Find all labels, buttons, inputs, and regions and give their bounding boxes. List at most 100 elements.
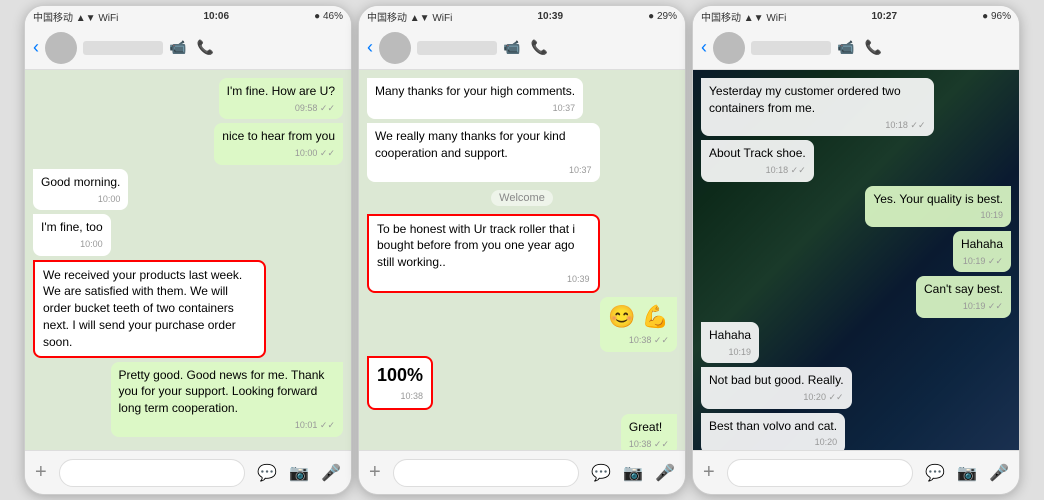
avatar [713,32,745,64]
message-text: Yes. Your quality is best. [873,191,1003,208]
microphone-icon[interactable]: 🎤 [989,463,1009,483]
header-action-icons: 📹 📞 [169,39,214,56]
message-input[interactable] [393,459,580,487]
message-bubble: 😊 💪10:38 ✓✓ [600,297,677,352]
add-button[interactable]: + [369,461,381,484]
message-input[interactable] [727,459,914,487]
time-label: 10:39 [537,11,563,22]
message-row: I'm fine. How are U?09:58 ✓✓ [33,78,343,119]
chat-messages-area: I'm fine. How are U?09:58 ✓✓nice to hear… [25,70,351,450]
video-call-icon[interactable]: 📹 [837,39,854,56]
bottom-input-bar: + 💬 📷 🎤 [359,450,685,494]
message-text: To be honest with Ur track roller that i… [377,221,590,271]
chat-icon[interactable]: 💬 [591,463,611,483]
message-row: 100% 10:38 [367,356,677,410]
message-bubble: Yes. Your quality is best.10:19 [865,186,1011,227]
contact-name [417,41,497,55]
time-label: 10:06 [203,11,229,22]
add-button[interactable]: + [703,461,715,484]
contact-name [751,41,831,55]
chat-header: ‹ 📹 📞 [359,26,685,70]
microphone-icon[interactable]: 🎤 [321,463,341,483]
avatar [379,32,411,64]
message-text: Great! [629,419,669,436]
bottom-input-bar: + 💬 📷 🎤 [25,450,351,494]
message-row: Hahaha10:19 ✓✓ [701,231,1011,272]
add-button[interactable]: + [35,461,47,484]
time-label: 10:27 [871,11,897,22]
message-time: 10:18 ✓✓ [709,119,926,132]
message-time: 09:58 ✓✓ [227,102,335,115]
message-bubble: Yesterday my customer ordered two contai… [701,78,934,136]
message-row: Yes. Your quality is best.10:19 [701,186,1011,227]
message-bubble: I'm fine, too 10:00 [33,214,111,255]
message-bubble: Hahaha10:19 [701,322,759,363]
message-bubble: Pretty good. Good news for me. Thank you… [111,362,344,437]
message-time: 10:39 [377,273,590,286]
message-row: Yesterday my customer ordered two contai… [701,78,1011,136]
carrier-label: 中国移动 ▲▼ WiFi [367,9,452,24]
chat-messages-area: Many thanks for your high comments.10:37… [359,70,685,450]
message-time: 10:19 [709,346,751,359]
message-bubble: Hahaha10:19 ✓✓ [953,231,1011,272]
message-bubble: Many thanks for your high comments.10:37 [367,78,583,119]
message-bubble: Can't say best.10:19 ✓✓ [916,276,1011,317]
message-bubble: Good morning. 10:00 [33,169,128,210]
message-row: nice to hear from you 10:00 ✓✓ [33,123,343,164]
message-row: About Track shoe.10:18 ✓✓ [701,140,1011,181]
voice-call-icon[interactable]: 📞 [864,39,881,56]
camera-icon[interactable]: 📷 [623,463,643,483]
message-text: Good morning. [41,174,120,191]
microphone-icon[interactable]: 🎤 [655,463,675,483]
message-text: nice to hear from you [222,128,335,145]
message-time: 10:00 [41,238,103,251]
message-text: I'm fine, too [41,219,103,236]
message-text: 100% [377,363,423,388]
voice-call-icon[interactable]: 📞 [530,39,547,56]
chat-icon[interactable]: 💬 [925,463,945,483]
message-bubble: We received your products last week. We … [33,260,266,358]
message-text: Hahaha [961,236,1003,253]
header-action-icons: 📹 📞 [503,39,548,56]
chat-messages-area: Yesterday my customer ordered two contai… [693,70,1019,450]
message-time: 10:38 ✓✓ [629,438,669,450]
video-call-icon[interactable]: 📹 [503,39,520,56]
message-time: 10:00 [41,193,120,206]
status-bar: 中国移动 ▲▼ WiFi 10:06 ● 46% [25,6,351,26]
message-input[interactable] [59,459,246,487]
back-button[interactable]: ‹ [33,37,39,58]
chat-header: ‹ 📹 📞 [25,26,351,70]
camera-icon[interactable]: 📷 [957,463,977,483]
message-time: 10:20 ✓✓ [709,391,844,404]
avatar [45,32,77,64]
back-button[interactable]: ‹ [701,37,707,58]
message-row: Great! 10:38 ✓✓ [367,414,677,450]
message-text: Not bad but good. Really. [709,372,844,389]
message-time: 10:00 ✓✓ [222,147,335,160]
message-row: Best than volvo and cat.10:20 [701,413,1011,450]
message-text: Best than volvo and cat. [709,418,837,435]
system-message: Welcome [491,190,553,206]
battery-label: ● 29% [648,11,677,22]
status-bar: 中国移动 ▲▼ WiFi 10:39 ● 29% [359,6,685,26]
message-text: About Track shoe. [709,145,806,162]
message-text: Many thanks for your high comments. [375,83,575,100]
camera-icon[interactable]: 📷 [289,463,309,483]
message-row: We received your products last week. We … [33,260,343,358]
message-text: We really many thanks for your kind coop… [375,128,592,162]
video-call-icon[interactable]: 📹 [169,39,186,56]
message-row: Can't say best.10:19 ✓✓ [701,276,1011,317]
back-button[interactable]: ‹ [367,37,373,58]
carrier-label: 中国移动 ▲▼ WiFi [33,9,118,24]
phone-3: 中国移动 ▲▼ WiFi 10:27 ● 96% ‹ 📹 📞 Yesterday… [692,5,1020,495]
message-row: Good morning. 10:00 [33,169,343,210]
chat-icon[interactable]: 💬 [257,463,277,483]
phone-2: 中国移动 ▲▼ WiFi 10:39 ● 29% ‹ 📹 📞 Many than… [358,5,686,495]
message-time: 10:37 [375,164,592,177]
message-row: Hahaha10:19 [701,322,1011,363]
message-text: Yesterday my customer ordered two contai… [709,83,926,117]
message-text: We received your products last week. We … [43,267,256,351]
voice-call-icon[interactable]: 📞 [196,39,213,56]
message-text: Can't say best. [924,281,1003,298]
message-time: 10:38 [377,390,423,403]
